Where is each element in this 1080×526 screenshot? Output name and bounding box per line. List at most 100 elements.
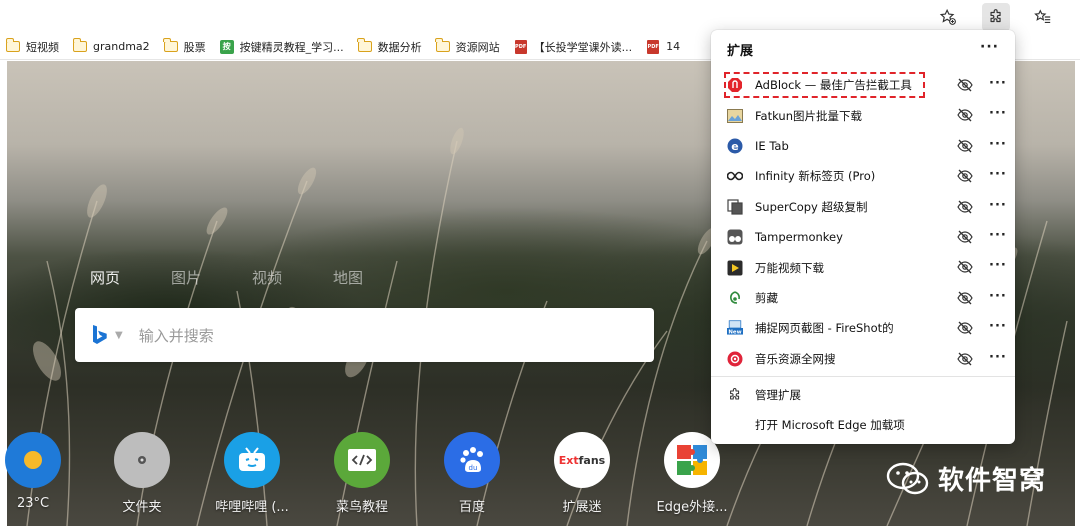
bookmark-item[interactable]: 资源网站: [430, 36, 508, 58]
tampermonkey-icon: [727, 229, 743, 245]
more-options-icon[interactable]: ···: [989, 319, 1007, 334]
fireshot-icon: New: [727, 320, 743, 336]
add-favorite-button[interactable]: [934, 3, 962, 31]
quick-link-tile[interactable]: du 百度: [443, 432, 501, 515]
hidden-from-toolbar-icon[interactable]: [957, 259, 973, 275]
tab-web[interactable]: 网页: [90, 267, 171, 288]
hidden-from-toolbar-icon[interactable]: [957, 199, 973, 215]
divider: [711, 376, 1015, 377]
app-icon: 按: [219, 39, 234, 54]
bilibili-icon[interactable]: [224, 432, 280, 488]
search-engine-dropdown-icon[interactable]: ▼: [115, 330, 123, 341]
folder-icon: [357, 38, 372, 53]
hidden-from-toolbar-icon[interactable]: [957, 168, 973, 184]
extension-item[interactable]: e IE Tab ···: [711, 131, 1015, 161]
quick-link-tile[interactable]: 文件夹: [113, 432, 171, 515]
adblock-icon: [727, 77, 743, 93]
extfans-icon[interactable]: Extfans: [554, 432, 610, 488]
favorites-button[interactable]: [1029, 3, 1057, 31]
hidden-from-toolbar-icon[interactable]: [957, 138, 973, 154]
hidden-from-toolbar-icon[interactable]: [957, 320, 973, 336]
folder-icon[interactable]: [114, 432, 170, 488]
quick-link-label: 扩展迷: [562, 500, 602, 515]
more-options-icon[interactable]: ···: [989, 258, 1007, 273]
open-edge-addons-link[interactable]: 打开 Microsoft Edge 加载项: [727, 415, 905, 435]
pdf-icon: PDF: [646, 39, 660, 54]
extension-item[interactable]: AdBlock — 最佳广告拦截工具 ···: [711, 70, 1015, 100]
tab-videos[interactable]: 视频: [252, 267, 333, 288]
hidden-from-toolbar-icon[interactable]: [957, 77, 973, 93]
open-edge-addons-label: 打开 Microsoft Edge 加载项: [755, 418, 905, 432]
star-plus-icon: [939, 8, 956, 25]
quick-link-tile[interactable]: Extfans 扩展迷: [553, 432, 611, 515]
bookmark-label: 股票: [183, 40, 206, 54]
quick-link-label: 哔哩哔哩 (...: [215, 500, 289, 515]
tab-images[interactable]: 图片: [171, 267, 252, 288]
folder-icon: [72, 38, 87, 53]
bookmark-item[interactable]: PDF 14: [640, 36, 688, 58]
folder-icon: [435, 38, 450, 53]
hidden-from-toolbar-icon[interactable]: [957, 290, 973, 306]
bookmark-item[interactable]: 股票: [158, 36, 214, 58]
more-options-icon[interactable]: ···: [989, 198, 1007, 213]
hidden-from-toolbar-icon[interactable]: [957, 107, 973, 123]
extension-item[interactable]: SuperCopy 超级复制 ···: [711, 192, 1015, 222]
extension-item[interactable]: 剪藏 ···: [711, 283, 1015, 313]
extension-name: Tampermonkey: [755, 230, 843, 245]
search-box[interactable]: ▼ 输入并搜索: [75, 308, 654, 362]
bookmark-label: 14: [666, 40, 681, 53]
extension-item[interactable]: Tampermonkey ···: [711, 222, 1015, 252]
extension-name: SuperCopy 超级复制: [755, 199, 868, 214]
quick-link-tile[interactable]: 哔哩哔哩 (...: [215, 432, 289, 515]
extension-item[interactable]: New 捕捉网页截图 - FireShot的 ···: [711, 313, 1015, 343]
bookmark-item[interactable]: PDF 【长投学堂课外读...: [508, 36, 641, 58]
extension-name: AdBlock — 最佳广告拦截工具: [755, 78, 912, 93]
svg-text:du: du: [469, 464, 478, 472]
bing-logo-icon[interactable]: [91, 324, 107, 346]
more-options-icon[interactable]: ···: [989, 167, 1007, 182]
bookmark-item[interactable]: 按按键精灵教程_学习...: [214, 36, 352, 58]
pdf-icon: PDF: [514, 39, 528, 54]
browser-toolbar: [0, 0, 1080, 34]
extensions-list: AdBlock — 最佳广告拦截工具 ··· Fatkun图片批量下载 ··· e IE …: [711, 70, 1015, 374]
extension-item[interactable]: Infinity 新标签页 (Pro) ···: [711, 161, 1015, 191]
extensions-panel: 扩展 ··· AdBlock — 最佳广告拦截工具 ··· Fatkun图片批量下载…: [711, 30, 1015, 444]
more-options-icon[interactable]: ···: [989, 289, 1007, 304]
bookmark-item[interactable]: 数据分析: [352, 36, 430, 58]
quick-link-label: 23°C: [16, 496, 50, 511]
hidden-from-toolbar-icon[interactable]: [957, 229, 973, 245]
manage-extensions-link[interactable]: 管理扩展: [727, 385, 801, 405]
infinity-icon: [727, 168, 743, 184]
tab-maps[interactable]: 地图: [333, 267, 414, 288]
extensions-button[interactable]: [982, 3, 1010, 31]
bookmark-item[interactable]: 短视频: [0, 36, 67, 58]
bookmark-item[interactable]: grandma2: [67, 36, 158, 58]
svg-text:e: e: [731, 140, 738, 153]
extension-item[interactable]: Fatkun图片批量下载 ···: [711, 100, 1015, 130]
extension-item[interactable]: 音乐资源全网搜 ···: [711, 344, 1015, 374]
weather-sun-icon[interactable]: [5, 432, 61, 488]
folder-icon: [163, 38, 178, 53]
more-options-icon[interactable]: ···: [989, 350, 1007, 365]
extension-name: 捕捉网页截图 - FireShot的: [755, 321, 894, 336]
more-options-icon[interactable]: ···: [989, 106, 1007, 121]
more-options-icon[interactable]: ···: [989, 76, 1007, 91]
more-options-icon[interactable]: ···: [980, 39, 999, 55]
star-list-icon: [1034, 9, 1051, 23]
more-options-icon[interactable]: ···: [989, 137, 1007, 152]
search-input[interactable]: 输入并搜索: [139, 325, 214, 346]
clip-icon: [727, 290, 743, 306]
extension-name: IE Tab: [755, 138, 789, 153]
quick-link-tile[interactable]: 23°C: [4, 432, 62, 511]
watermark: 软件智窝: [886, 460, 1046, 497]
code-icon[interactable]: [334, 432, 390, 488]
baidu-paw-icon[interactable]: du: [444, 432, 500, 488]
extension-name: 音乐资源全网搜: [755, 351, 836, 366]
extension-item[interactable]: 万能视频下载 ···: [711, 252, 1015, 282]
quick-link-tile[interactable]: 菜鸟教程: [333, 432, 391, 515]
hidden-from-toolbar-icon[interactable]: [957, 351, 973, 367]
more-options-icon[interactable]: ···: [989, 228, 1007, 243]
puzzle-icon: [730, 388, 740, 400]
quick-link-tile[interactable]: Edge外接...: [656, 432, 728, 515]
search-category-tabs: 网页 图片 视频 地图: [90, 267, 414, 288]
